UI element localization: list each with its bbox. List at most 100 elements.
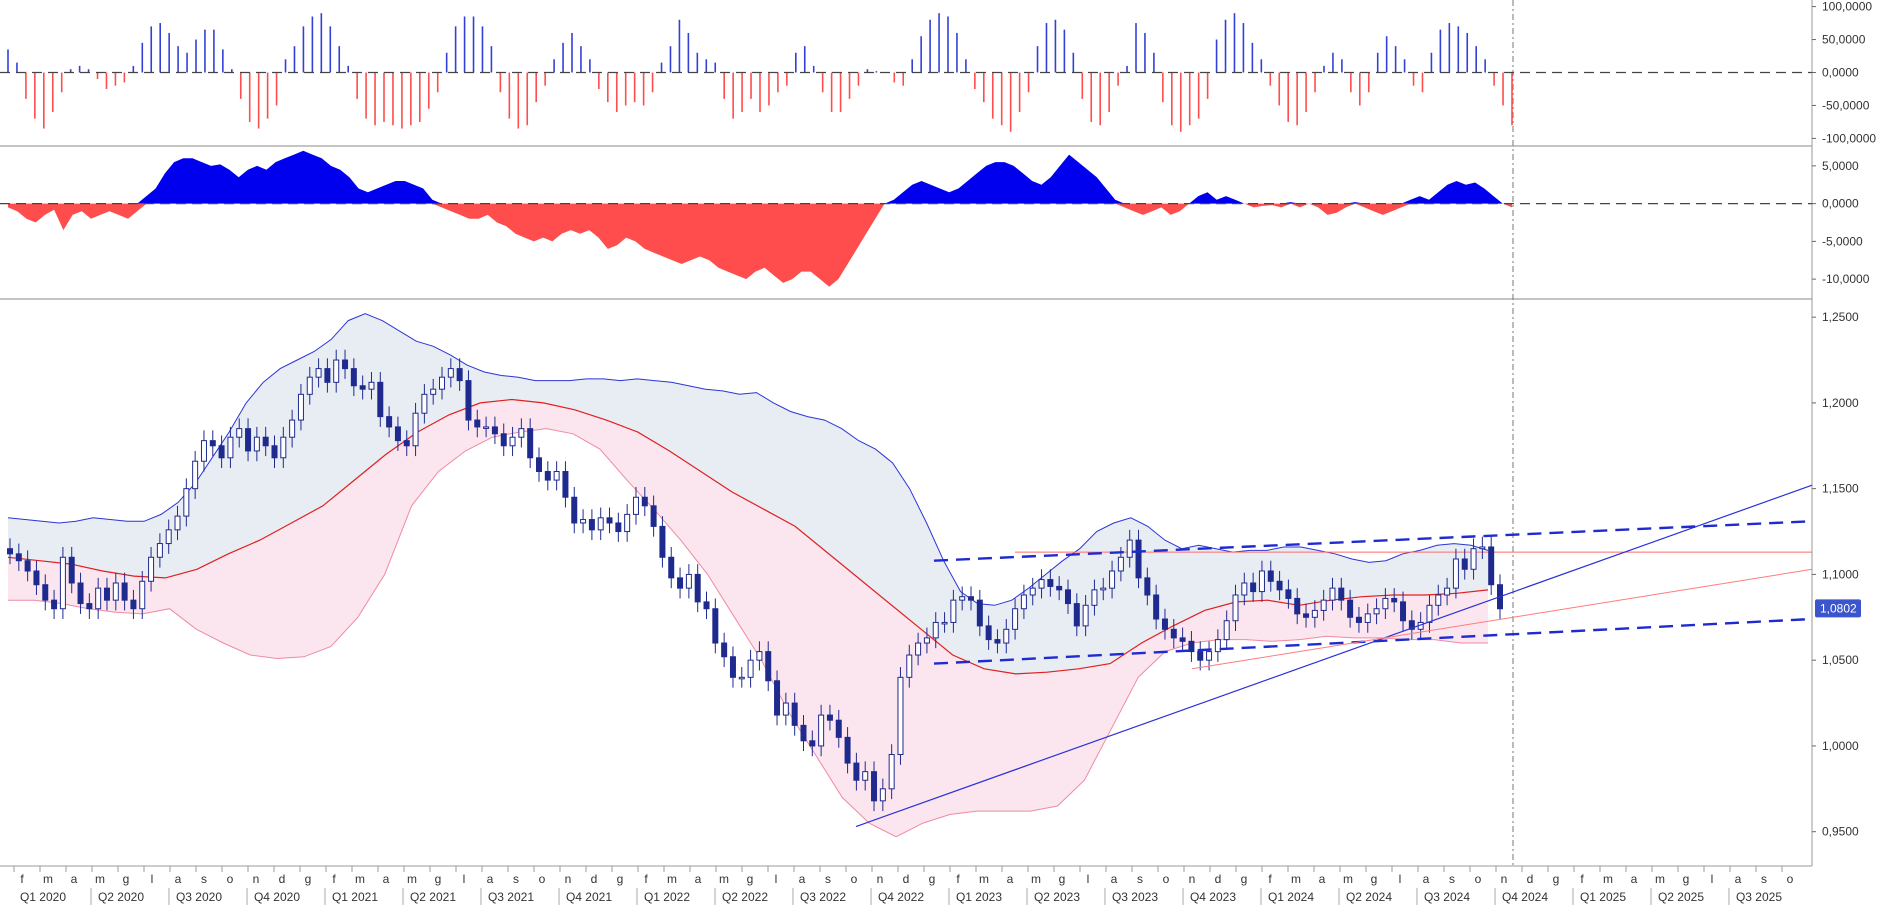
candle-up [1470,548,1477,570]
candle-down [350,368,357,387]
candle-up [1020,594,1027,610]
candle-down [271,445,278,459]
candle-up [174,515,181,531]
candle-down [262,436,269,447]
candle-down [1170,628,1177,639]
quarter-label: Q1 2021 [332,890,378,904]
candle-up [1206,651,1213,661]
y-tick-label: 1,2500 [1822,310,1859,324]
candle-up [897,676,904,756]
y-tick-label: 0,9500 [1822,825,1859,839]
month-label: f [1268,872,1272,886]
candle-up [421,393,428,414]
month-label: m [1343,872,1353,886]
candle-down [703,601,710,610]
candle-up [923,637,930,644]
candle-up [297,393,304,421]
candle-up [1479,546,1486,550]
x-axis: fmamglasondgfmamglasondgfmamglasondgfmam… [13,866,1794,905]
month-label: s [201,872,207,886]
month-label: f [20,872,24,886]
candle-up [1100,587,1107,591]
month-label: n [253,872,260,886]
candle-down [7,548,13,555]
candle-down [377,381,384,418]
candle-up [959,596,966,601]
quarter-label: Q2 2022 [722,890,768,904]
candle-down [791,702,798,726]
candle-up [1382,597,1389,610]
quarter-label: Q1 2020 [20,890,66,904]
y-tick-label: 100,0000 [1822,0,1872,14]
channel-upper-line [933,520,1813,562]
candle-up [156,543,163,558]
quarter-label: Q4 2021 [566,890,612,904]
month-label: a [695,872,702,886]
candle-up [1452,558,1459,589]
month-label: s [1137,872,1143,886]
month-label: o [1163,872,1170,886]
candle-up [447,368,454,378]
candle-down [218,445,225,459]
month-label: a [71,872,78,886]
candle-up [941,621,948,625]
candle-up [1126,539,1133,558]
candle-down [985,625,992,641]
month-label: g [747,872,754,886]
quarter-label: Q3 2025 [1736,890,1782,904]
candle-up [518,428,525,438]
candle-down [615,522,622,533]
quarter-label: Q1 2024 [1268,890,1314,904]
candle-up [553,471,560,481]
candle-down [994,639,1001,644]
candle-down [1294,597,1301,615]
last-price-tag: 1,0802 [1815,599,1861,618]
y-tick-label: 50,0000 [1822,33,1866,47]
candle-up [368,381,375,390]
candle-down [871,771,878,802]
month-label: g [123,872,130,886]
candle-up [1117,556,1124,572]
month-label: a [1423,872,1430,886]
month-label: s [513,872,519,886]
month-label: l [1399,872,1402,886]
y-tick-label: 0,0000 [1822,197,1859,211]
oscillator-area-negative [8,203,1512,287]
candle-down [1488,546,1495,586]
candle-up [1444,587,1451,596]
candle-up [483,426,490,429]
month-label: m [719,872,729,886]
candle-down [386,416,393,428]
candle-up [915,642,922,656]
candle-down [1267,570,1274,582]
month-label: o [227,872,234,886]
month-label: f [644,872,648,886]
price-panel [7,313,1813,838]
y-tick-label: -5,0000 [1822,234,1863,248]
y-tick-label: -100,0000 [1822,131,1876,145]
candle-down [712,608,719,644]
candle-up [165,529,172,545]
month-label: a [1007,872,1014,886]
candle-down [1161,618,1168,630]
candle-up [148,556,155,582]
candle-up [509,436,516,447]
y-tick-label: 1,1500 [1822,482,1859,496]
candle-up [879,788,886,802]
candle-up [430,388,437,395]
candle-up [950,599,957,623]
month-label: m [1031,872,1041,886]
candle-up [412,412,419,447]
candle-up [289,419,296,438]
last-price-tag-label: 1,0802 [1820,601,1857,615]
candle-up [862,771,869,781]
quarter-label: Q2 2023 [1034,890,1080,904]
candle-down [968,596,975,601]
candle-down [77,582,84,605]
month-label: m [1291,872,1301,886]
y-tick-label: -50,0000 [1822,98,1870,112]
candle-up [1329,587,1336,601]
month-label: a [799,872,806,886]
candle-down [33,570,40,586]
candle-down [1400,601,1407,622]
